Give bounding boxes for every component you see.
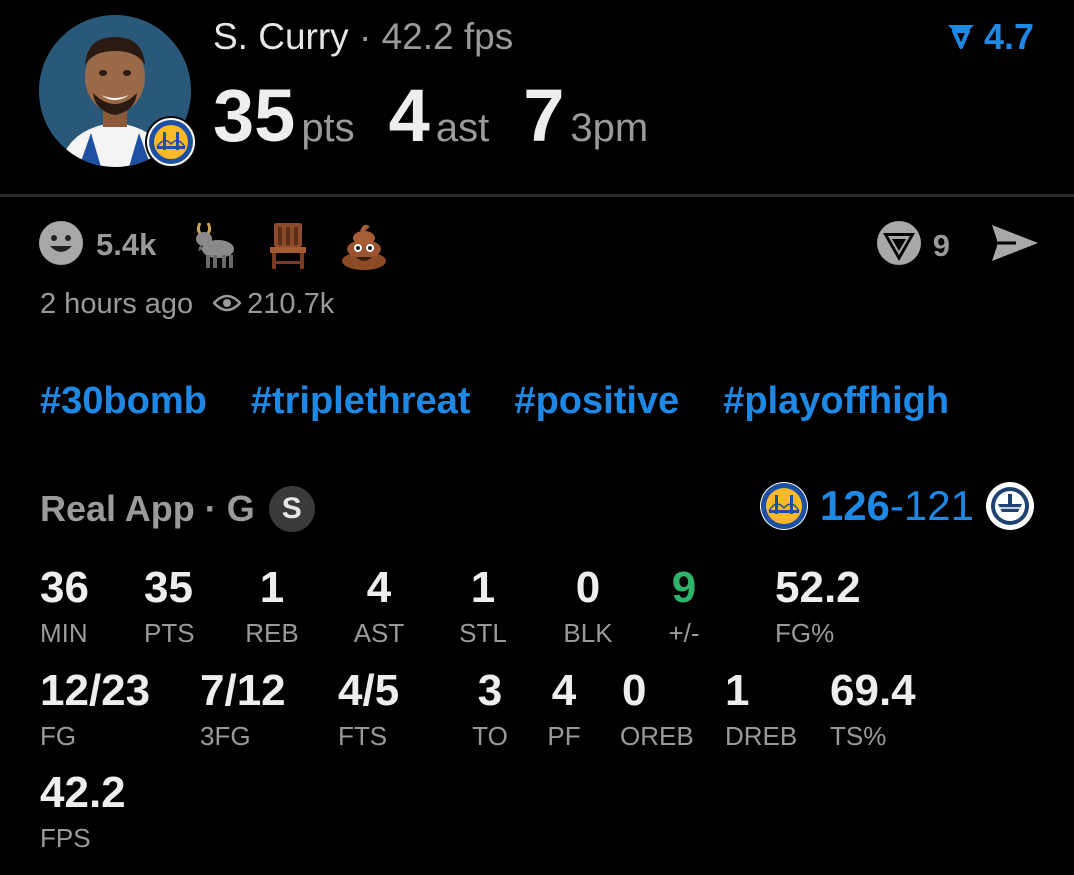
headline-threes-unit: 3pm bbox=[570, 106, 649, 150]
stat-reb: 1 REB bbox=[245, 563, 299, 649]
headline-points-unit: pts bbox=[301, 106, 355, 150]
reaction-count: 5.4k bbox=[96, 227, 157, 262]
stat-value: 12/23 bbox=[40, 666, 151, 715]
rating-value: 4.7 bbox=[983, 16, 1034, 57]
player-fps: 42.2 fps bbox=[381, 16, 514, 57]
headline-threes-value: 7 bbox=[523, 74, 565, 157]
stat-to: 3 TO bbox=[470, 666, 510, 752]
stat-label: TO bbox=[472, 721, 508, 751]
player-name[interactable]: S. Curry bbox=[213, 16, 349, 57]
stat-value: 7/12 bbox=[200, 666, 286, 715]
header-divider bbox=[0, 194, 1074, 197]
smiley-icon[interactable] bbox=[38, 220, 84, 271]
game-separator: · bbox=[204, 488, 217, 529]
stat-label: DREB bbox=[725, 721, 798, 751]
player-position: G bbox=[226, 488, 255, 529]
stat-oreb: 0 OREB bbox=[620, 666, 694, 752]
stat-value: 4 bbox=[551, 666, 577, 715]
stat-value: 9 bbox=[671, 563, 697, 612]
stat-pts: 35 PTS bbox=[144, 563, 195, 649]
rating-funnel-icon bbox=[946, 16, 976, 58]
comment-count: 9 bbox=[932, 227, 950, 263]
stat-value: 1 bbox=[470, 563, 496, 612]
chair-emoji-icon[interactable] bbox=[262, 219, 314, 271]
home-score: 126 bbox=[819, 482, 890, 529]
hashtag[interactable]: #positive bbox=[514, 380, 679, 423]
stat-value: 0 bbox=[575, 563, 601, 612]
stat-value: 52.2 bbox=[775, 563, 861, 612]
stat-pf: 4 PF bbox=[544, 666, 584, 752]
goat-emoji-icon[interactable] bbox=[186, 219, 238, 271]
stat-label: FG bbox=[40, 721, 77, 751]
player-name-line: S. Curry · 42.2 fps bbox=[213, 14, 513, 60]
name-separator: · bbox=[358, 16, 372, 57]
stat-fg: 12/23 FG bbox=[40, 666, 150, 752]
rating[interactable]: 4.7 bbox=[946, 16, 1034, 58]
away-score: 121 bbox=[903, 482, 974, 529]
headline-assists-unit: ast bbox=[435, 106, 490, 150]
stat-label: PTS bbox=[144, 618, 195, 648]
stat-label: 3FG bbox=[200, 721, 251, 751]
hashtag[interactable]: #playoffhigh bbox=[723, 380, 949, 423]
stat-label: +/- bbox=[668, 618, 700, 648]
home-team-logo-icon bbox=[759, 482, 808, 530]
headline-points-value: 35 bbox=[213, 74, 296, 157]
stat-value: 4/5 bbox=[338, 666, 400, 715]
stat-value: 3 bbox=[477, 666, 503, 715]
stat-value: 42.2 bbox=[40, 768, 126, 817]
stat-fts: 4/5 FTS bbox=[338, 666, 399, 752]
stat-fg-pct: 52.2 FG% bbox=[775, 563, 861, 649]
stat-label: BLK bbox=[563, 618, 613, 648]
away-team-logo-icon bbox=[986, 482, 1034, 530]
headline-assists-value: 4 bbox=[388, 74, 430, 157]
headline-stats: 35 pts 4 ast 7 3pm bbox=[213, 72, 682, 160]
stat-blk: 0 BLK bbox=[558, 563, 618, 649]
score-dash: - bbox=[889, 482, 904, 529]
stat-min: 36 MIN bbox=[40, 563, 89, 649]
stat-label: FPS bbox=[40, 823, 91, 853]
stat-label: FG% bbox=[775, 618, 835, 648]
stat-ast: 4 AST bbox=[350, 563, 408, 649]
stat-label: FTS bbox=[338, 721, 388, 751]
stat-dreb: 1 DREB bbox=[725, 666, 797, 752]
reaction-bar: 5.4k bbox=[38, 219, 414, 271]
stat-label: REB bbox=[245, 618, 299, 648]
stat-label: STL bbox=[459, 618, 507, 648]
stat-label: MIN bbox=[40, 618, 88, 648]
stat-plus-minus: 9 +/- bbox=[662, 563, 706, 649]
view-count: 210.7k bbox=[212, 288, 335, 321]
comment-triangle-icon[interactable] bbox=[875, 219, 923, 272]
stat-value: 4 bbox=[366, 563, 392, 612]
game-score[interactable]: 126-121 bbox=[759, 482, 1034, 530]
stat-value: 35 bbox=[144, 563, 193, 612]
stat-value: 1 bbox=[725, 666, 750, 715]
stat-value: 36 bbox=[40, 563, 89, 612]
stat-stl: 1 STL bbox=[456, 563, 510, 649]
stat-value: 0 bbox=[622, 666, 647, 715]
stat-ts-pct: 69.4 TS% bbox=[830, 666, 916, 752]
eye-icon bbox=[212, 288, 242, 321]
post-time: 2 hours ago bbox=[40, 288, 194, 320]
view-count-value: 210.7k bbox=[247, 288, 335, 320]
post-actions: 9 bbox=[875, 219, 1040, 272]
share-send-icon[interactable] bbox=[990, 221, 1040, 270]
stat-label: AST bbox=[353, 618, 405, 648]
hashtag-list: #30bomb #triplethreat #positive #playoff… bbox=[40, 380, 949, 423]
poop-emoji-icon[interactable] bbox=[338, 219, 390, 271]
stat-label: TS% bbox=[830, 721, 887, 751]
hashtag[interactable]: #triplethreat bbox=[251, 380, 471, 423]
hashtag[interactable]: #30bomb bbox=[40, 380, 207, 423]
status-badge: S bbox=[268, 486, 315, 532]
game-source-line: Real App · G S bbox=[40, 486, 315, 532]
stat-value: 69.4 bbox=[830, 666, 916, 715]
stat-3fg: 7/12 3FG bbox=[200, 666, 286, 752]
warriors-logo-icon bbox=[145, 116, 197, 168]
stat-label: PF bbox=[547, 721, 581, 751]
post-meta: 2 hours ago 210.7k bbox=[40, 288, 334, 321]
stat-label: OREB bbox=[620, 721, 694, 751]
stat-fps: 42.2 FPS bbox=[40, 768, 126, 854]
source-name: Real App bbox=[40, 488, 195, 529]
stat-value: 1 bbox=[259, 563, 285, 612]
